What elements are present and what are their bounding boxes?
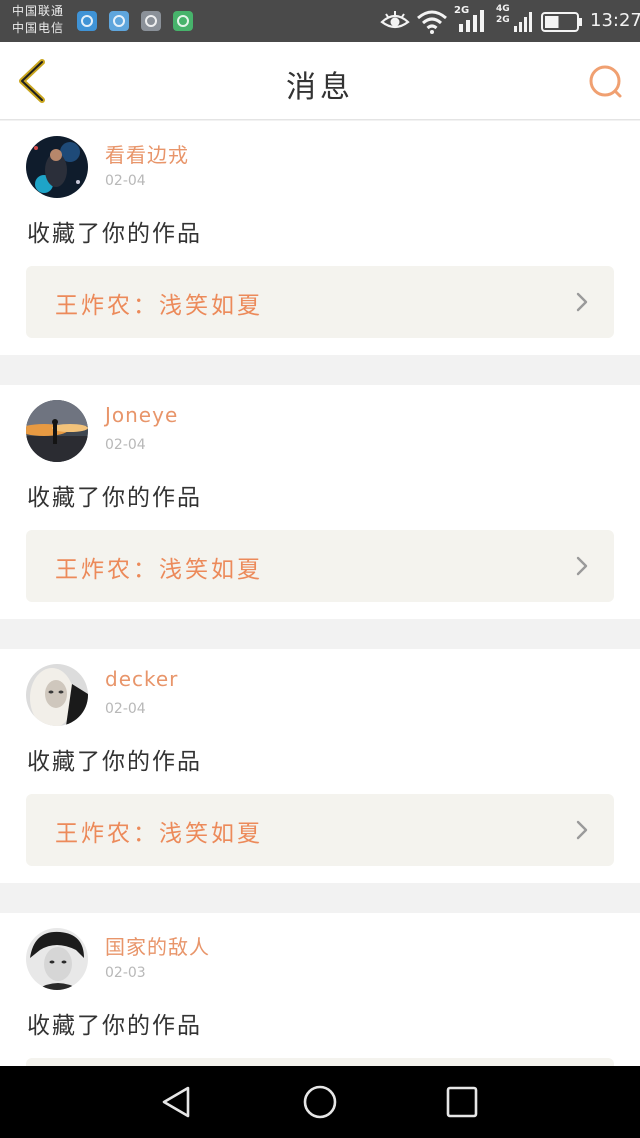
chevron-right-icon bbox=[576, 292, 588, 312]
signal-bars-1-icon bbox=[459, 10, 484, 32]
work-link[interactable]: 王炸农：浅笑如夏 bbox=[26, 266, 614, 338]
message-action: 收藏了你的作品 bbox=[27, 749, 202, 775]
avatar[interactable] bbox=[26, 928, 88, 990]
search-button[interactable] bbox=[584, 62, 628, 106]
message-date: 02-03 bbox=[105, 965, 146, 981]
avatar[interactable] bbox=[26, 664, 88, 726]
message-card: 国家的敌人 02-03 收藏了你的作品 bbox=[0, 913, 640, 1066]
work-title: 王炸农：浅笑如夏 bbox=[55, 293, 263, 319]
message-date: 02-04 bbox=[105, 701, 146, 717]
username[interactable]: Joneye bbox=[105, 403, 178, 427]
carrier-labels: 中国联通 中国电信 bbox=[12, 3, 64, 37]
message-action: 收藏了你的作品 bbox=[27, 1013, 202, 1039]
nav-back-button[interactable] bbox=[158, 1084, 194, 1124]
square-recents-icon bbox=[446, 1086, 478, 1118]
username[interactable]: decker bbox=[105, 667, 178, 691]
network-type-2: 4G 2G bbox=[496, 4, 510, 25]
system-navigation-bar bbox=[0, 1066, 640, 1138]
search-icon bbox=[589, 65, 622, 98]
message-card: Joneye 02-04 收藏了你的作品 王炸农：浅笑如夏 bbox=[0, 385, 640, 619]
signal-bars-2-icon bbox=[514, 12, 532, 32]
avatar[interactable] bbox=[26, 136, 88, 198]
chevron-right-icon bbox=[576, 556, 588, 576]
browser-notification-icon bbox=[77, 11, 97, 31]
battery-icon bbox=[541, 12, 582, 32]
top-app-bar: 消息 bbox=[0, 42, 640, 120]
health-notification-icon bbox=[109, 11, 129, 31]
carrier-2: 中国电信 bbox=[12, 21, 65, 35]
page-title: 消息 bbox=[286, 70, 354, 105]
work-title: 王炸农：浅笑如夏 bbox=[55, 557, 263, 583]
username[interactable]: 看看边戎 bbox=[105, 139, 189, 168]
message-date: 02-04 bbox=[105, 173, 146, 189]
work-link[interactable]: 王炸农：浅笑如夏 bbox=[26, 794, 614, 866]
avatar[interactable] bbox=[26, 400, 88, 462]
message-card: 看看边戎 02-04 收藏了你的作品 王炸农：浅笑如夏 bbox=[0, 121, 640, 355]
nav-home-button[interactable] bbox=[302, 1084, 338, 1124]
gallery-notification-icon bbox=[141, 11, 161, 31]
video-notification-icon bbox=[173, 11, 193, 31]
wifi-icon bbox=[417, 10, 447, 34]
carrier-1: 中国联通 bbox=[12, 4, 65, 18]
message-card: decker 02-04 收藏了你的作品 王炸农：浅笑如夏 bbox=[0, 649, 640, 883]
message-action: 收藏了你的作品 bbox=[27, 221, 202, 247]
triangle-back-icon bbox=[162, 1086, 190, 1118]
clock: 13:27 bbox=[590, 10, 640, 31]
chevron-right-icon bbox=[576, 820, 588, 840]
nav-recents-button[interactable] bbox=[444, 1084, 480, 1124]
circle-home-icon bbox=[303, 1085, 337, 1119]
eye-comfort-icon bbox=[380, 11, 410, 29]
work-link[interactable]: 王炸农：浅笑如夏 bbox=[26, 530, 614, 602]
work-link[interactable] bbox=[26, 1058, 614, 1066]
username[interactable]: 国家的敌人 bbox=[105, 931, 210, 960]
work-title: 王炸农：浅笑如夏 bbox=[55, 821, 263, 847]
message-action: 收藏了你的作品 bbox=[27, 485, 202, 511]
status-bar: 中国联通 中国电信 2G 4G 2G 13:27 bbox=[0, 0, 640, 42]
message-date: 02-04 bbox=[105, 437, 146, 453]
